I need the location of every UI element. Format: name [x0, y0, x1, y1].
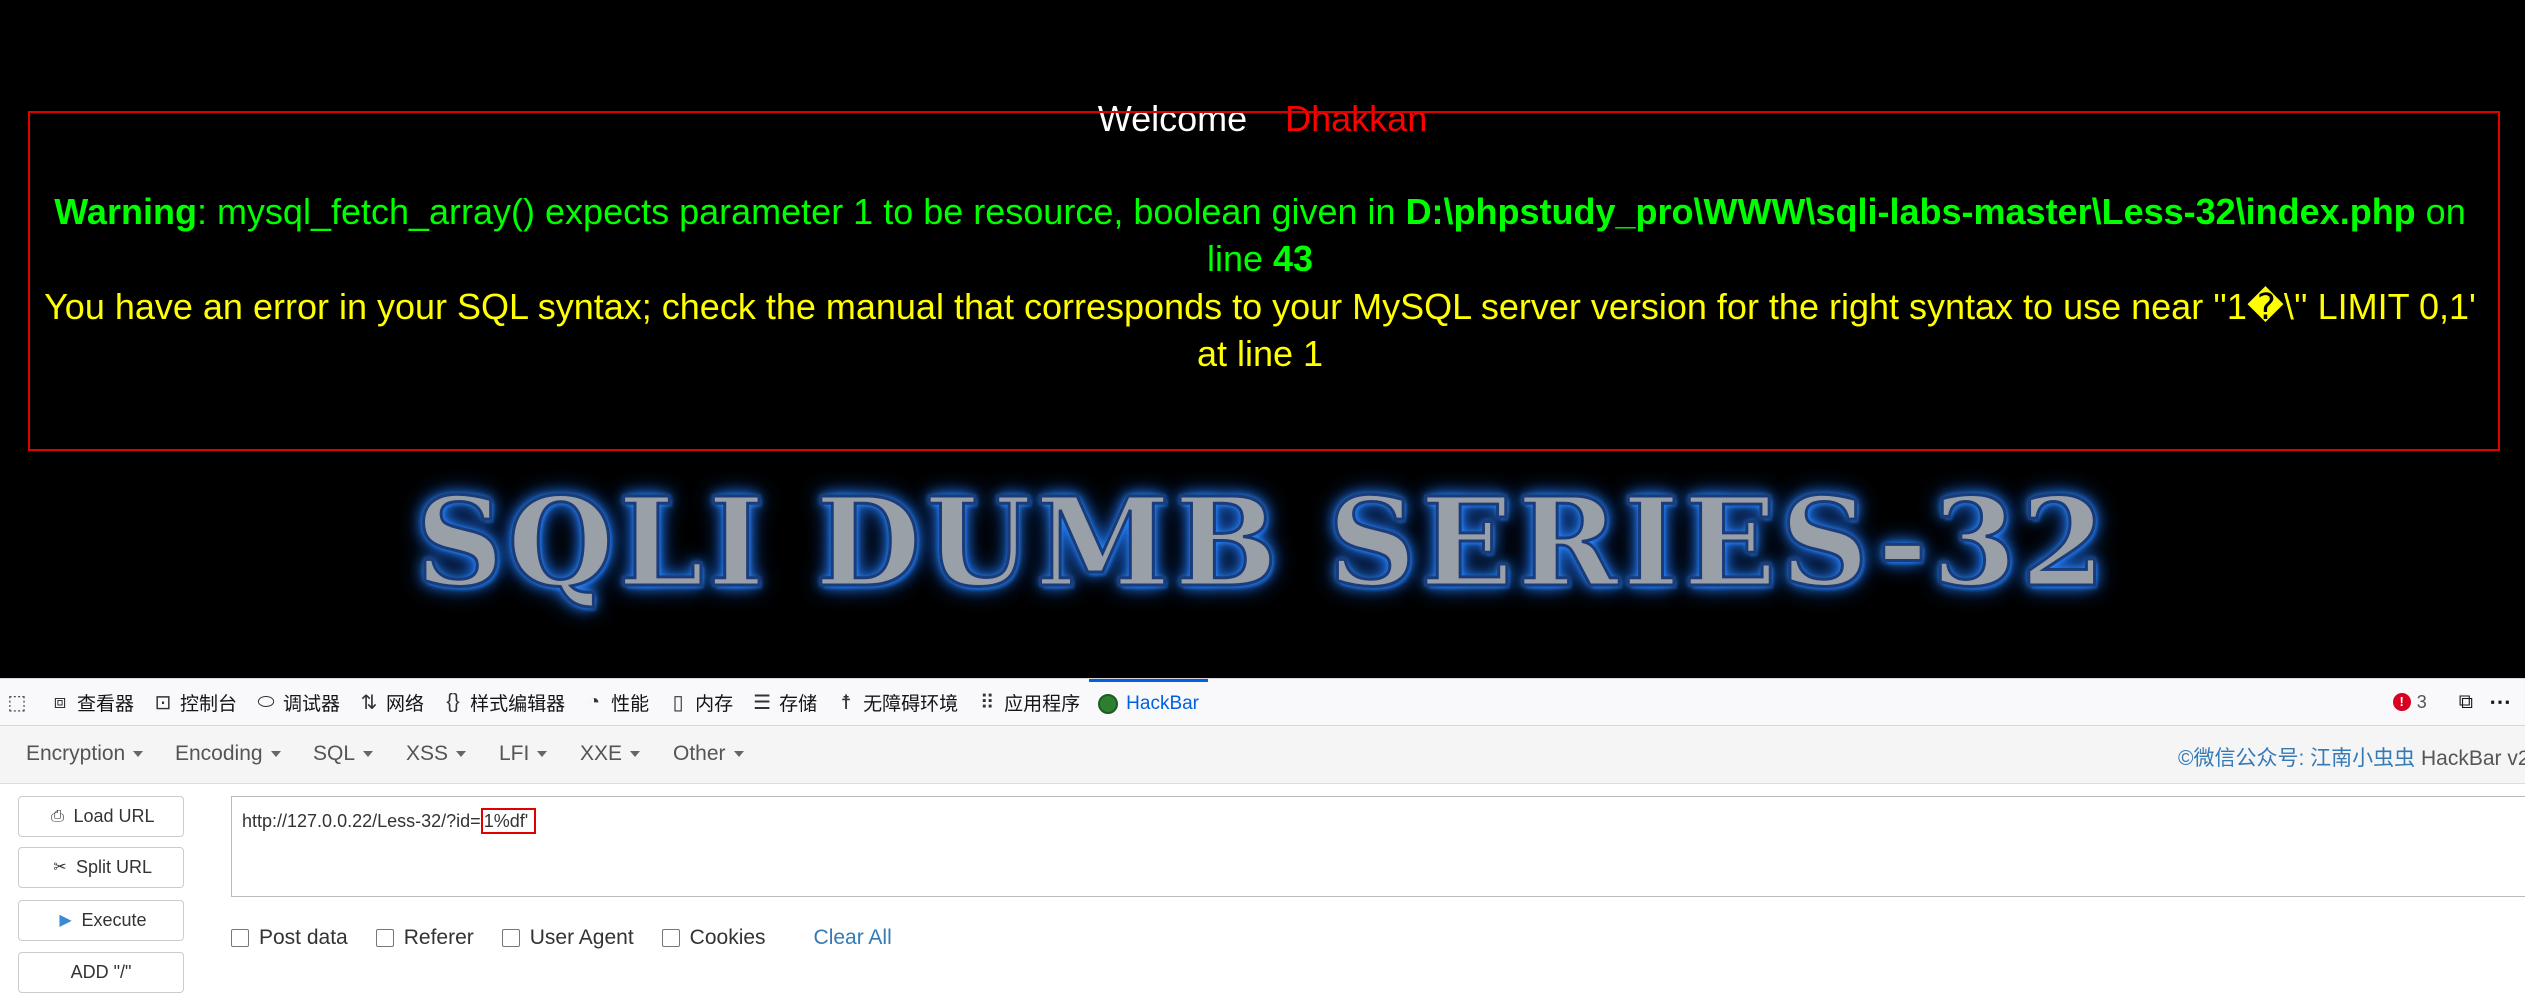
tab-label: 网络	[386, 693, 425, 715]
inspector-icon: ⧈	[53, 690, 67, 713]
tab-accessibility[interactable]: ☨ 无障碍环境	[826, 679, 967, 725]
tab-performance[interactable]: ◔ 性能	[574, 679, 658, 725]
load-url-icon: ⎙	[51, 807, 64, 825]
button-label: Execute	[81, 910, 147, 930]
tab-memory[interactable]: ▯ 内存	[658, 679, 742, 725]
tab-inspector[interactable]: ⧈ 查看器	[40, 679, 143, 725]
tab-label: HackBar	[1126, 692, 1200, 714]
tab-label: 应用程序	[1004, 693, 1081, 715]
memory-icon: ▯	[672, 691, 684, 714]
tab-label: 存储	[779, 693, 818, 715]
tab-label: 性能	[611, 693, 650, 715]
option-user-agent[interactable]: User Agent	[501, 926, 634, 950]
devtools-toolbar: ⬚ ⧈ 查看器 ⊡ 控制台 ⬭ 调试器 ⇅ 网络 {} 样式编辑器 ◔ 性能 ▯ 内存 ☰ 存储…	[0, 678, 2525, 726]
add-slash-button[interactable]: ADD "/"	[18, 952, 184, 993]
network-icon: ⇅	[360, 691, 378, 714]
warning-line-number: 43	[1273, 238, 1314, 279]
tab-hackbar[interactable]: HackBar	[1089, 679, 1209, 725]
button-label: Load URL	[73, 806, 155, 826]
hackbar-menu: Encryption Encoding SQL XSS LFI XXE Othe…	[0, 726, 2525, 784]
tab-storage[interactable]: ☰ 存储	[742, 679, 826, 725]
url-payload-highlight: 1%df'	[480, 808, 537, 834]
option-referer[interactable]: Referer	[375, 926, 474, 950]
play-icon: ▶	[59, 911, 72, 929]
php-warning: Warning: mysql_fetch_array() expects par…	[40, 188, 2480, 282]
error-count: 3	[2416, 691, 2427, 712]
element-picker-button[interactable]: ⬚	[0, 679, 40, 725]
tab-label: 查看器	[77, 693, 135, 715]
tab-network[interactable]: ⇅ 网络	[349, 679, 433, 725]
option-label: Post data	[259, 926, 348, 949]
split-url-button[interactable]: ✂ Split URL	[18, 847, 184, 888]
url-value: http://127.0.0.22/Less-32/?id= 1%df'	[242, 808, 537, 834]
cookies-checkbox[interactable]	[661, 929, 680, 947]
hackbar-panel: ⎙ Load URL ✂ Split URL ▶ Execute ADD "/" ht…	[0, 784, 2525, 993]
credit-text: ©微信公众号: 江南小虫虫	[2178, 747, 2416, 770]
tab-label: 无障碍环境	[863, 693, 959, 715]
style-editor-icon: {}	[446, 690, 460, 713]
error-icon: !	[2392, 693, 2411, 711]
hackbar-icon	[1098, 693, 1119, 714]
sql-error-message: You have an error in your SQL syntax; ch…	[44, 286, 2476, 374]
hackbar-credit: ©微信公众号: 江南小虫虫 HackBar v2	[2178, 742, 2525, 772]
tab-label: 调试器	[283, 693, 341, 715]
menu-xxe[interactable]: XXE	[580, 742, 640, 766]
request-options: Post data Referer User Agent Cookies Cle…	[231, 926, 892, 950]
warning-text: : mysql_fetch_array() expects parameter …	[196, 191, 1406, 232]
storage-icon: ☰	[753, 691, 772, 714]
dock-toggle-icon[interactable]: ⧉	[2459, 691, 2473, 714]
clear-all-link[interactable]: Clear All	[814, 926, 892, 950]
element-picker-icon: ⬚	[7, 691, 27, 714]
devtools-right-controls: ! 3 ⧉ ⋯	[2392, 689, 2525, 715]
accessibility-icon: ☨	[840, 691, 852, 714]
tab-label: 内存	[695, 693, 734, 715]
option-post-data[interactable]: Post data	[231, 926, 348, 950]
warning-path: D:\phpstudy_pro\WWW\sqli-labs-master\Les…	[1405, 191, 2416, 232]
button-label: ADD "/"	[70, 962, 132, 982]
performance-icon: ◔	[588, 690, 601, 713]
hackbar-version: HackBar v2	[2415, 747, 2525, 770]
menu-encoding[interactable]: Encoding	[175, 742, 281, 766]
referer-checkbox[interactable]	[375, 929, 394, 947]
post-data-checkbox[interactable]	[231, 929, 249, 947]
more-options-icon[interactable]: ⋯	[2489, 689, 2511, 715]
option-label: User Agent	[529, 926, 634, 949]
execute-button[interactable]: ▶ Execute	[18, 900, 184, 941]
tab-label: 控制台	[180, 693, 238, 715]
user-agent-checkbox[interactable]	[501, 929, 520, 947]
error-counter[interactable]: ! 3	[2392, 691, 2427, 713]
tab-application[interactable]: ⠿ 应用程序	[967, 679, 1089, 725]
menu-other[interactable]: Other	[673, 742, 744, 766]
warning-label: Warning	[54, 191, 197, 232]
scissors-icon: ✂	[53, 858, 67, 876]
tab-console[interactable]: ⊡ 控制台	[143, 679, 246, 725]
url-input[interactable]: http://127.0.0.22/Less-32/?id= 1%df'	[231, 796, 2525, 897]
console-icon: ⊡	[154, 691, 172, 714]
button-label: Split URL	[75, 857, 153, 877]
url-prefix: http://127.0.0.22/Less-32/?id=	[242, 811, 481, 831]
tab-debugger[interactable]: ⬭ 调试器	[246, 679, 349, 725]
option-cookies[interactable]: Cookies	[661, 926, 766, 950]
debugger-icon: ⬭	[257, 690, 275, 713]
menu-sql[interactable]: SQL	[313, 742, 373, 766]
tab-style-editor[interactable]: {} 样式编辑器	[433, 679, 574, 725]
page-content: Welcome Dhakkan Warning: mysql_fetch_arra…	[0, 0, 2525, 678]
application-icon: ⠿	[979, 691, 995, 714]
load-url-button[interactable]: ⎙ Load URL	[18, 796, 184, 837]
series-banner: SQLI DUMB SERIES-32	[0, 469, 2525, 616]
option-label: Referer	[403, 926, 474, 949]
option-label: Cookies	[689, 926, 766, 949]
banner-title: SQLI DUMB SERIES-32	[414, 469, 2110, 616]
menu-xss[interactable]: XSS	[406, 742, 466, 766]
menu-lfi[interactable]: LFI	[499, 742, 547, 766]
menu-encryption[interactable]: Encryption	[26, 742, 143, 766]
tab-label: 样式编辑器	[470, 693, 566, 715]
